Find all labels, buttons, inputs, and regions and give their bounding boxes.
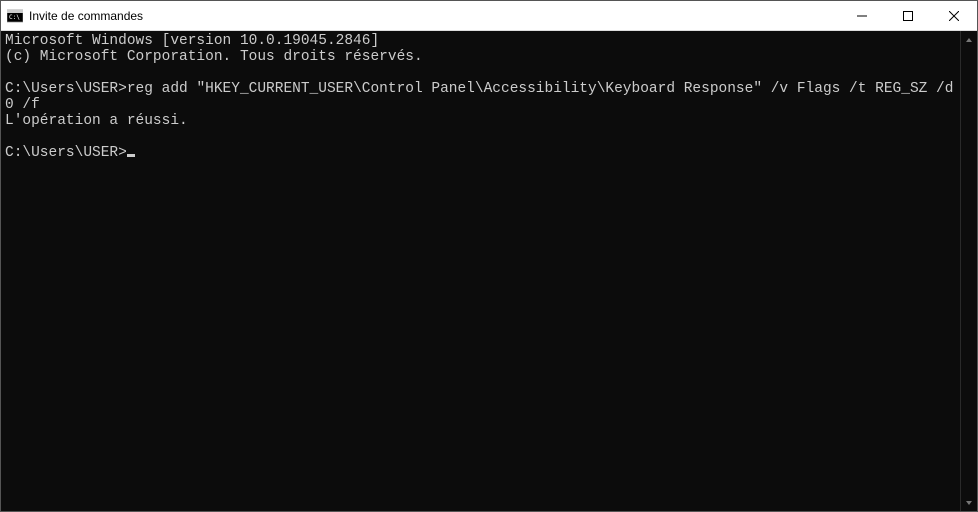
window-controls	[839, 1, 977, 30]
cmd-icon: C:\	[7, 8, 23, 24]
vertical-scrollbar[interactable]	[960, 31, 977, 511]
scroll-up-arrow-icon[interactable]	[961, 31, 977, 48]
terminal-area: Microsoft Windows [version 10.0.19045.28…	[1, 31, 977, 511]
terminal-output[interactable]: Microsoft Windows [version 10.0.19045.28…	[1, 31, 960, 511]
command-text: reg add "HKEY_CURRENT_USER\Control Panel…	[5, 81, 962, 113]
close-button[interactable]	[931, 1, 977, 30]
titlebar[interactable]: C:\ Invite de commandes	[1, 1, 977, 31]
window-title: Invite de commandes	[29, 9, 143, 23]
output-line: L'opération a réussi.	[5, 113, 188, 129]
output-line: Microsoft Windows [version 10.0.19045.28…	[5, 33, 379, 49]
cursor	[127, 154, 135, 157]
output-line: (c) Microsoft Corporation. Tous droits r…	[5, 49, 423, 65]
minimize-button[interactable]	[839, 1, 885, 30]
title-left: C:\ Invite de commandes	[1, 8, 839, 24]
maximize-button[interactable]	[885, 1, 931, 30]
prompt: C:\Users\USER>	[5, 145, 127, 161]
scroll-down-arrow-icon[interactable]	[961, 494, 977, 511]
svg-text:C:\: C:\	[9, 14, 20, 21]
prompt: C:\Users\USER>	[5, 81, 127, 97]
